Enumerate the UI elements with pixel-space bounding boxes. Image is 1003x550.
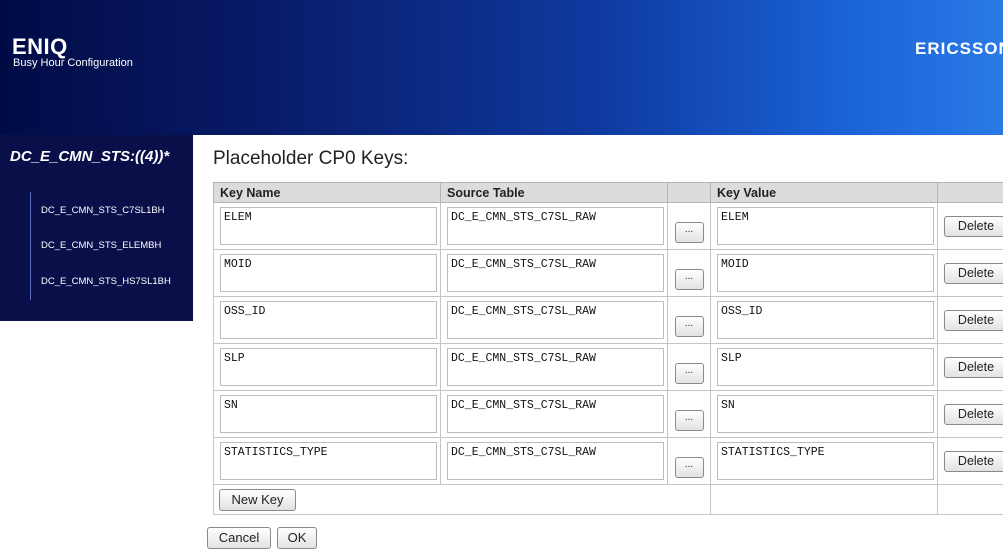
key-name-field[interactable]: SLP <box>220 348 437 386</box>
key-name-field[interactable]: MOID <box>220 254 437 292</box>
cp0-keys-table: Key Name Source Table Key Value ELEM DC_… <box>213 182 1003 515</box>
browse-button[interactable]: ... <box>674 362 704 384</box>
header-banner: ENIQ Busy Hour Configuration ERICSSON <box>0 0 1003 135</box>
browse-button[interactable]: ... <box>674 268 704 290</box>
table-row: STATISTICS_TYPE DC_E_CMN_STS_C7SL_RAW ..… <box>213 437 1003 485</box>
sidebar-item-c7sl1bh[interactable]: DC_E_CMN_STS_C7SL1BH <box>41 205 165 216</box>
sidebar-item-hs7sl1bh[interactable]: DC_E_CMN_STS_HS7SL1BH <box>41 276 171 287</box>
column-header-spacer <box>667 182 711 203</box>
brand-logo: ERICSSON <box>915 39 1003 58</box>
key-value-field[interactable]: SLP <box>717 348 934 386</box>
delete-button[interactable]: Delete <box>944 356 1003 378</box>
table-row: SLP DC_E_CMN_STS_C7SL_RAW ... SLP Delete <box>213 343 1003 391</box>
column-header-actions <box>937 182 1003 203</box>
table-row: SN DC_E_CMN_STS_C7SL_RAW ... SN Delete <box>213 390 1003 438</box>
source-table-field[interactable]: DC_E_CMN_STS_C7SL_RAW <box>447 442 664 480</box>
new-key-row: New Key <box>213 484 1003 515</box>
ok-button[interactable]: OK <box>277 527 317 549</box>
sidebar-title: DC_E_CMN_STS:((4))* <box>10 148 170 165</box>
new-key-button[interactable]: New Key <box>219 488 296 511</box>
sidebar: DC_E_CMN_STS:((4))* DC_E_CMN_STS_C7SL1BH… <box>0 135 193 321</box>
delete-button[interactable]: Delete <box>944 262 1003 284</box>
source-table-field[interactable]: DC_E_CMN_STS_C7SL_RAW <box>447 207 664 245</box>
key-name-field[interactable]: SN <box>220 395 437 433</box>
delete-button[interactable]: Delete <box>944 309 1003 331</box>
key-value-field[interactable]: OSS_ID <box>717 301 934 339</box>
table-row: OSS_ID DC_E_CMN_STS_C7SL_RAW ... OSS_ID … <box>213 296 1003 344</box>
key-value-field[interactable]: SN <box>717 395 934 433</box>
source-table-field[interactable]: DC_E_CMN_STS_C7SL_RAW <box>447 348 664 386</box>
source-table-field[interactable]: DC_E_CMN_STS_C7SL_RAW <box>447 254 664 292</box>
sidebar-list: DC_E_CMN_STS_C7SL1BH DC_E_CMN_STS_ELEMBH… <box>30 192 181 300</box>
key-value-field[interactable]: MOID <box>717 254 934 292</box>
key-value-field[interactable]: ELEM <box>717 207 934 245</box>
browse-button[interactable]: ... <box>674 221 704 243</box>
key-name-field[interactable]: ELEM <box>220 207 437 245</box>
column-header-key-name: Key Name <box>213 182 441 203</box>
browse-button[interactable]: ... <box>674 456 704 478</box>
delete-button[interactable]: Delete <box>944 215 1003 237</box>
cancel-button[interactable]: Cancel <box>207 527 271 549</box>
browse-button[interactable]: ... <box>674 409 704 431</box>
delete-button[interactable]: Delete <box>944 450 1003 472</box>
key-name-field[interactable]: OSS_ID <box>220 301 437 339</box>
browse-button[interactable]: ... <box>674 315 704 337</box>
table-row: MOID DC_E_CMN_STS_C7SL_RAW ... MOID Dele… <box>213 249 1003 297</box>
app-subtitle: Busy Hour Configuration <box>13 57 133 69</box>
key-name-field[interactable]: STATISTICS_TYPE <box>220 442 437 480</box>
column-header-key-value: Key Value <box>710 182 938 203</box>
source-table-field[interactable]: DC_E_CMN_STS_C7SL_RAW <box>447 301 664 339</box>
page-title: Placeholder CP0 Keys: <box>213 148 409 169</box>
source-table-field[interactable]: DC_E_CMN_STS_C7SL_RAW <box>447 395 664 433</box>
delete-button[interactable]: Delete <box>944 403 1003 425</box>
table-header-row: Key Name Source Table Key Value <box>213 182 1003 203</box>
column-header-source-table: Source Table <box>440 182 668 203</box>
sidebar-item-elembh[interactable]: DC_E_CMN_STS_ELEMBH <box>41 240 161 251</box>
table-row: ELEM DC_E_CMN_STS_C7SL_RAW ... ELEM Dele… <box>213 202 1003 250</box>
key-value-field[interactable]: STATISTICS_TYPE <box>717 442 934 480</box>
